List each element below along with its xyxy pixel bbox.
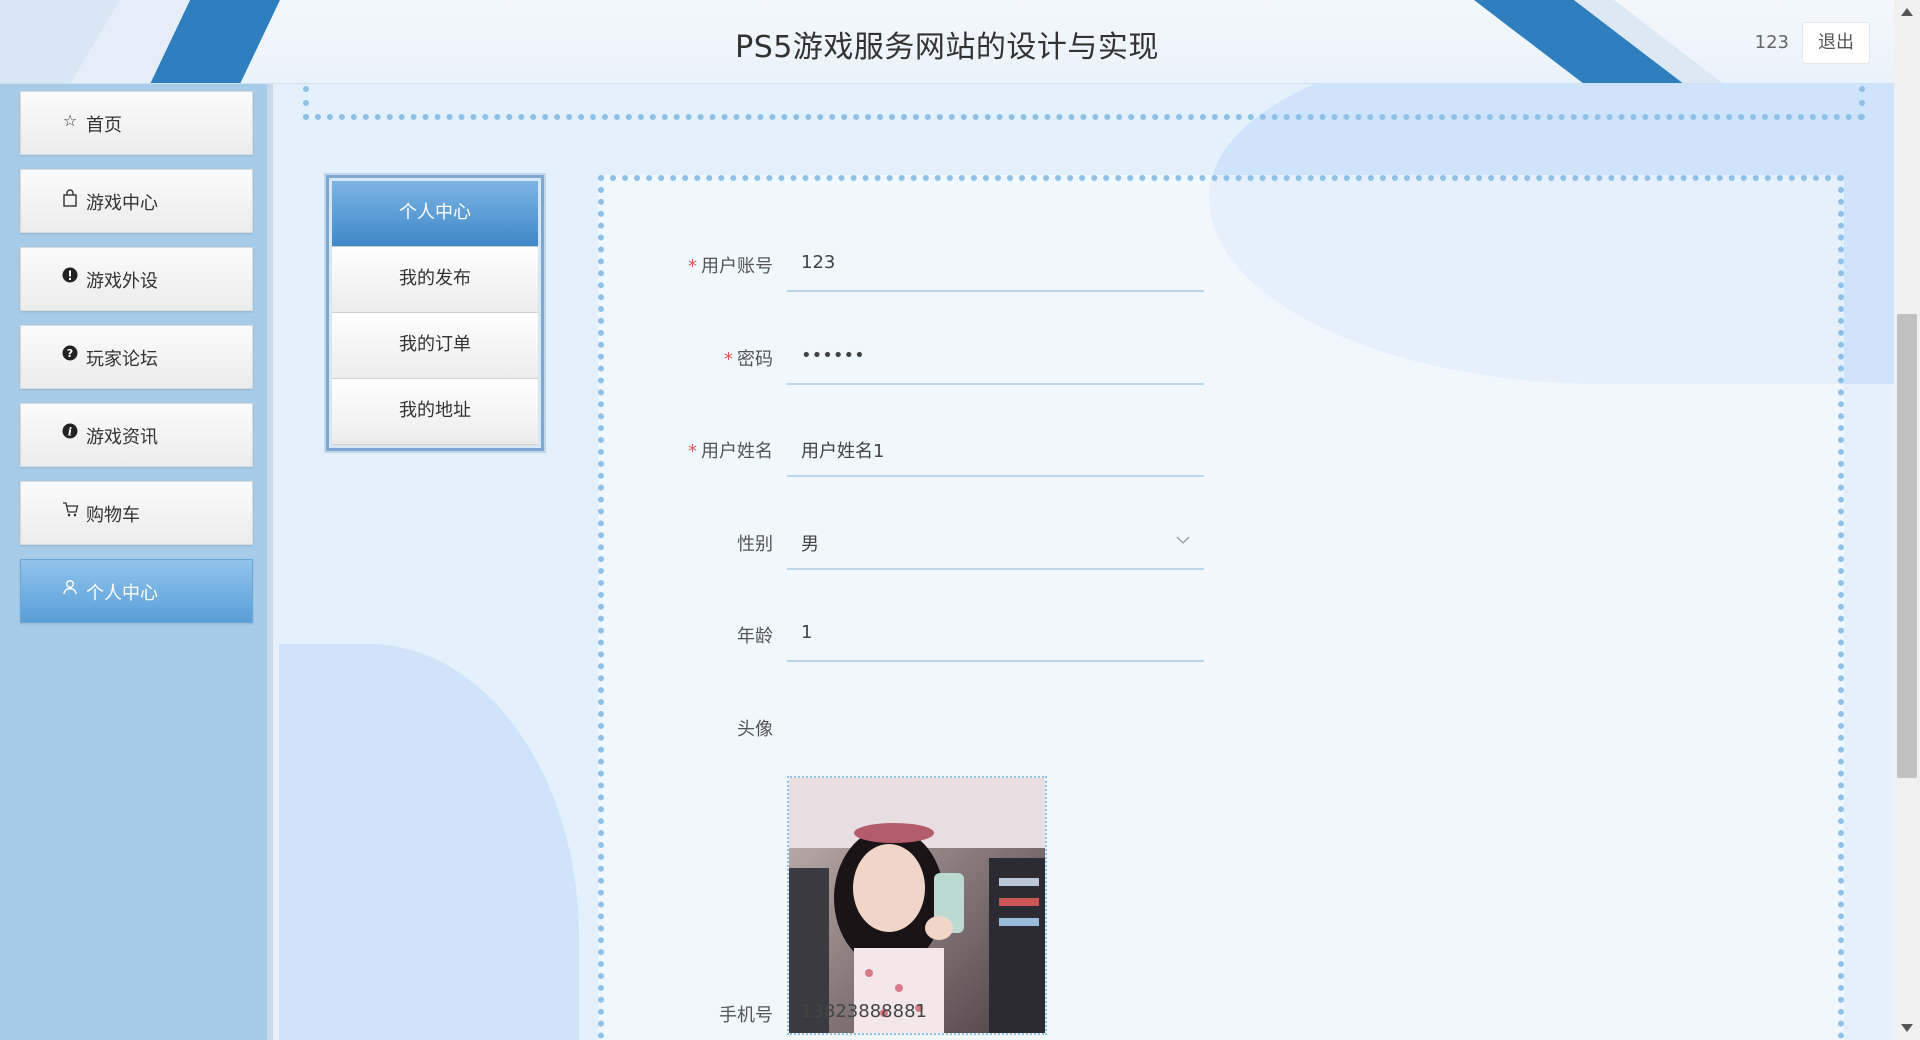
avatar-label: 头像 xyxy=(737,719,773,740)
question-icon: ? xyxy=(61,345,79,367)
sidebar-item-label: 游戏中心 xyxy=(86,193,158,214)
page-scrollbar[interactable] xyxy=(1894,0,1920,1040)
form-row-name: * 用户姓名 用户姓名1 xyxy=(604,421,1304,481)
sidebar-item-forum[interactable]: ? 玩家论坛 xyxy=(0,318,273,396)
name-label: * 用户姓名 xyxy=(688,441,773,462)
dotted-divider xyxy=(303,86,1865,120)
background-shape xyxy=(279,644,579,1040)
form-row-age: 年龄 1 xyxy=(604,606,1304,666)
sidebar-item-label: 个人中心 xyxy=(86,583,158,604)
sidebar-peripherals-button[interactable]: 游戏外设 xyxy=(20,247,253,311)
exclamation-icon xyxy=(61,267,79,289)
phone-input[interactable]: 13823888881 xyxy=(787,1001,1204,1040)
sidebar-item-home[interactable]: ☆ 首页 xyxy=(0,84,273,162)
top-header: PS5游戏服务网站的设计与实现 123 退出 xyxy=(0,0,1894,84)
sidebar-cart-button[interactable]: 购物车 xyxy=(20,481,253,545)
sidebar-news-button[interactable]: i 游戏资讯 xyxy=(20,403,253,467)
current-username: 123 xyxy=(1754,32,1789,53)
main-content: 个人中心 我的发布 我的订单 我的地址 * 用户账号 123 * 密码 ••••••… xyxy=(279,84,1894,1040)
sidebar-item-cart[interactable]: 购物车 xyxy=(0,474,273,552)
sidebar-home-button[interactable]: ☆ 首页 xyxy=(20,91,253,155)
submenu-my-orders[interactable]: 我的订单 xyxy=(332,313,538,379)
account-label: * 用户账号 xyxy=(688,256,773,277)
sidebar-item-label: 首页 xyxy=(86,115,122,136)
sidebar-item-label: 游戏外设 xyxy=(86,271,158,292)
scroll-down-arrow-icon[interactable] xyxy=(1901,1024,1913,1032)
info-icon: i xyxy=(61,423,79,445)
sidebar-game-center-button[interactable]: 游戏中心 xyxy=(20,169,253,233)
sidebar-item-personal-center[interactable]: 个人中心 xyxy=(0,552,273,630)
form-row-phone: 手机号 13823888881 xyxy=(604,1001,1304,1040)
gender-select[interactable]: 男 xyxy=(787,514,1204,570)
age-input[interactable]: 1 xyxy=(787,606,1204,662)
profile-form: * 用户账号 123 * 密码 •••••• * 用户姓名 用户姓名1 性别 男 年龄… xyxy=(598,175,1844,1040)
scroll-up-arrow-icon[interactable] xyxy=(1901,8,1913,16)
sidebar-item-label: 购物车 xyxy=(86,505,140,526)
bag-icon xyxy=(61,189,79,211)
form-row-account: * 用户账号 123 xyxy=(604,236,1304,296)
logout-button[interactable]: 退出 xyxy=(1802,22,1870,64)
sidebar-personal-center-button[interactable]: 个人中心 xyxy=(20,559,253,623)
form-row-password: * 密码 •••••• xyxy=(604,329,1304,389)
avatar-image[interactable] xyxy=(787,776,1047,1035)
sidebar-item-game-center[interactable]: 游戏中心 xyxy=(0,162,273,240)
sidebar-item-news[interactable]: i 游戏资讯 xyxy=(0,396,273,474)
site-title: PS5游戏服务网站的设计与实现 xyxy=(735,30,1159,65)
sidebar-item-label: 玩家论坛 xyxy=(86,349,158,370)
age-label: 年龄 xyxy=(737,626,773,647)
submenu-personal-center[interactable]: 个人中心 xyxy=(332,181,538,247)
form-row-avatar: 头像 xyxy=(604,699,1304,759)
password-label: * 密码 xyxy=(724,349,773,370)
scrollbar-thumb[interactable] xyxy=(1897,314,1917,778)
svg-text:?: ? xyxy=(67,347,73,360)
sidebar-forum-button[interactable]: ? 玩家论坛 xyxy=(20,325,253,389)
personal-submenu: 个人中心 我的发布 我的订单 我的地址 xyxy=(326,175,544,451)
name-input[interactable]: 用户姓名1 xyxy=(787,421,1204,477)
svg-text:i: i xyxy=(68,426,72,439)
form-row-gender: 性别 男 xyxy=(604,514,1304,574)
submenu-my-posts[interactable]: 我的发布 xyxy=(332,247,538,313)
cart-icon xyxy=(61,501,79,523)
sidebar: ☆ 首页 游戏中心 游戏外设 ? 玩家论坛 i 游戏资讯 购物车 个人中心 xyxy=(0,84,273,1040)
password-input[interactable]: •••••• xyxy=(787,329,1204,385)
sidebar-item-label: 游戏资讯 xyxy=(86,427,158,448)
gender-label: 性别 xyxy=(737,534,773,555)
phone-label: 手机号 xyxy=(719,1005,773,1026)
sidebar-item-peripherals[interactable]: 游戏外设 xyxy=(0,240,273,318)
chevron-down-icon xyxy=(1176,532,1190,548)
account-input[interactable]: 123 xyxy=(787,236,1204,292)
user-icon xyxy=(61,579,79,601)
gender-value: 男 xyxy=(801,534,819,555)
star-icon: ☆ xyxy=(62,111,78,130)
submenu-my-addresses[interactable]: 我的地址 xyxy=(332,379,538,445)
